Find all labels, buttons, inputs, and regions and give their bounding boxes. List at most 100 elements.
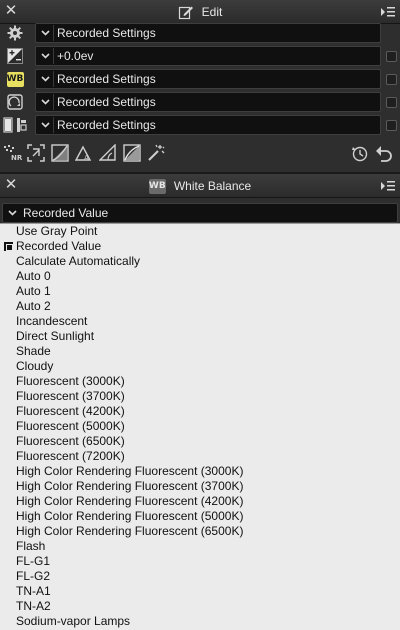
exposure-icon[interactable] (5, 47, 25, 65)
chevron-down-icon (38, 93, 52, 111)
wb-option[interactable]: High Color Rendering Fluorescent (6500K) (0, 524, 400, 539)
wb-option-label: Sodium-vapor Lamps (16, 614, 131, 628)
panel-menu-icon[interactable] (380, 5, 396, 19)
d-lighting-icon[interactable] (3, 116, 29, 134)
wb-option[interactable]: Auto 1 (0, 284, 400, 299)
wb-option-label: Fluorescent (5000K) (16, 419, 125, 433)
wb-option-label: High Color Rendering Fluorescent (3700K) (16, 479, 244, 493)
wb-option[interactable]: Cloudy (0, 359, 400, 374)
wb-option[interactable]: High Color Rendering Fluorescent (4200K) (0, 494, 400, 509)
edit-row-white-balance: WB Recorded Settings (0, 68, 400, 90)
wb-option-label: Fluorescent (4200K) (16, 404, 125, 418)
d-lighting-select[interactable]: Recorded Settings (35, 115, 381, 135)
field-divider (53, 94, 54, 110)
wb-option[interactable]: Fluorescent (3700K) (0, 389, 400, 404)
wb-option-label: Fluorescent (7200K) (16, 449, 125, 463)
edit-panel: ✕ Edit Recorded Settings +0.0ev WB Recor… (0, 0, 400, 172)
wb-option[interactable]: Auto 2 (0, 299, 400, 314)
wb-option[interactable]: Fluorescent (4200K) (0, 404, 400, 419)
wb-option[interactable]: Use Gray Point (0, 224, 400, 239)
field-divider (53, 71, 54, 87)
wb-option[interactable]: Flash (0, 539, 400, 554)
edit-toolbar: NR A (0, 142, 400, 164)
gear-icon[interactable] (5, 24, 25, 42)
wb-option[interactable]: Incandescent (0, 314, 400, 329)
d-lighting-value: Recorded Settings (57, 118, 156, 132)
wb-option[interactable]: High Color Rendering Fluorescent (5000K) (0, 509, 400, 524)
white-balance-select[interactable]: Recorded Settings (35, 69, 381, 89)
wb-option[interactable]: Fluorescent (5000K) (0, 419, 400, 434)
wb-option[interactable]: FL-G1 (0, 554, 400, 569)
picture-control-value: Recorded Settings (57, 95, 156, 109)
wb-option-label: High Color Rendering Fluorescent (4200K) (16, 494, 244, 508)
wb-option-label: FL-G1 (16, 554, 51, 568)
white-balance-enable-checkbox[interactable] (386, 74, 397, 85)
wb-option-label: High Color Rendering Fluorescent (5000K) (16, 509, 244, 523)
white-balance-mode-select[interactable]: Recorded Value (2, 203, 398, 223)
wb-option[interactable]: Shade (0, 344, 400, 359)
nr-label: NR (11, 154, 23, 162)
undo-icon[interactable] (374, 143, 394, 163)
wb-option-label: Calculate Automatically (16, 254, 141, 268)
wb-option-label: High Color Rendering Fluorescent (3000K) (16, 464, 244, 478)
wb-option[interactable]: Fluorescent (7200K) (0, 449, 400, 464)
wb-option-label: Recorded Value (16, 239, 102, 253)
wb-option-label: Fluorescent (3000K) (16, 374, 125, 388)
panel-menu-icon[interactable] (380, 179, 396, 193)
wb-option[interactable]: Calculate Automatically (0, 254, 400, 269)
exposure-enable-checkbox[interactable] (386, 51, 397, 62)
picture-control-select[interactable]: Recorded Settings (35, 92, 381, 112)
white-balance-options-list: Use Gray Point Recorded Value Calculate Au… (0, 223, 400, 630)
wb-panel-title-text: White Balance (173, 179, 252, 193)
d-lighting-enable-checkbox[interactable] (386, 120, 397, 131)
wb-option[interactable]: Auto 0 (0, 269, 400, 284)
history-icon[interactable] (350, 143, 370, 163)
wb-option-label: Fluorescent (6500K) (16, 434, 125, 448)
wb-option[interactable]: Fluorescent (3000K) (0, 374, 400, 389)
lch-icon[interactable] (122, 143, 142, 163)
wb-option-label: TN-A1 (16, 584, 51, 598)
edit-row-exposure: +0.0ev (0, 45, 400, 67)
noise-reduction-icon[interactable]: NR (3, 143, 25, 163)
wb-option-label: Fluorescent (3700K) (16, 389, 125, 403)
wb-option-label: Auto 0 (16, 269, 51, 283)
wb-option[interactable]: TN-A2 (0, 599, 400, 614)
camera-settings-select[interactable]: Recorded Settings (35, 23, 381, 43)
wb-option-label: Auto 1 (16, 284, 51, 298)
wb-icon-label: WB (6, 71, 24, 87)
wb-option[interactable]: Fluorescent (6500K) (0, 434, 400, 449)
wb-panel-title: WB White Balance (0, 174, 400, 198)
white-balance-mode-value: Recorded Value (23, 206, 109, 220)
exposure-value: +0.0ev (57, 49, 94, 63)
wb-option[interactable]: Recorded Value (0, 239, 400, 254)
camera-settings-value: Recorded Settings (57, 26, 156, 40)
white-balance-icon[interactable]: WB (5, 70, 25, 88)
straighten-icon[interactable] (98, 143, 118, 163)
white-balance-icon: WB (148, 178, 166, 194)
wb-option[interactable]: High Color Rendering Fluorescent (3000K) (0, 464, 400, 479)
exposure-compensation-select[interactable]: +0.0ev (35, 46, 381, 66)
chevron-down-icon (38, 47, 52, 65)
wb-option[interactable]: Direct Sunlight (0, 329, 400, 344)
wb-option-label: Auto 2 (16, 299, 51, 313)
wb-option-label: FL-G2 (16, 569, 51, 583)
wb-option-label: Cloudy (16, 359, 54, 373)
retouch-brush-icon[interactable] (146, 143, 166, 163)
white-balance-value: Recorded Settings (57, 72, 156, 86)
field-divider (53, 117, 54, 133)
wb-option[interactable]: Sodium-vapor Lamps (0, 614, 400, 629)
levels-curves-icon[interactable] (50, 143, 70, 163)
chevron-down-icon (38, 24, 52, 42)
edit-icon (178, 6, 193, 20)
wb-option[interactable]: High Color Rendering Fluorescent (3700K) (0, 479, 400, 494)
auto-levels-icon[interactable]: A (74, 143, 94, 163)
wb-option[interactable]: TN-A1 (0, 584, 400, 599)
svg-text:A: A (84, 154, 89, 162)
field-divider (53, 48, 54, 64)
picture-control-enable-checkbox[interactable] (386, 97, 397, 108)
picture-control-icon[interactable] (5, 93, 25, 111)
wb-option-label: Incandescent (16, 314, 88, 328)
wb-option-label: TN-A2 (16, 599, 51, 613)
crop-icon[interactable] (26, 143, 46, 163)
wb-option[interactable]: FL-G2 (0, 569, 400, 584)
